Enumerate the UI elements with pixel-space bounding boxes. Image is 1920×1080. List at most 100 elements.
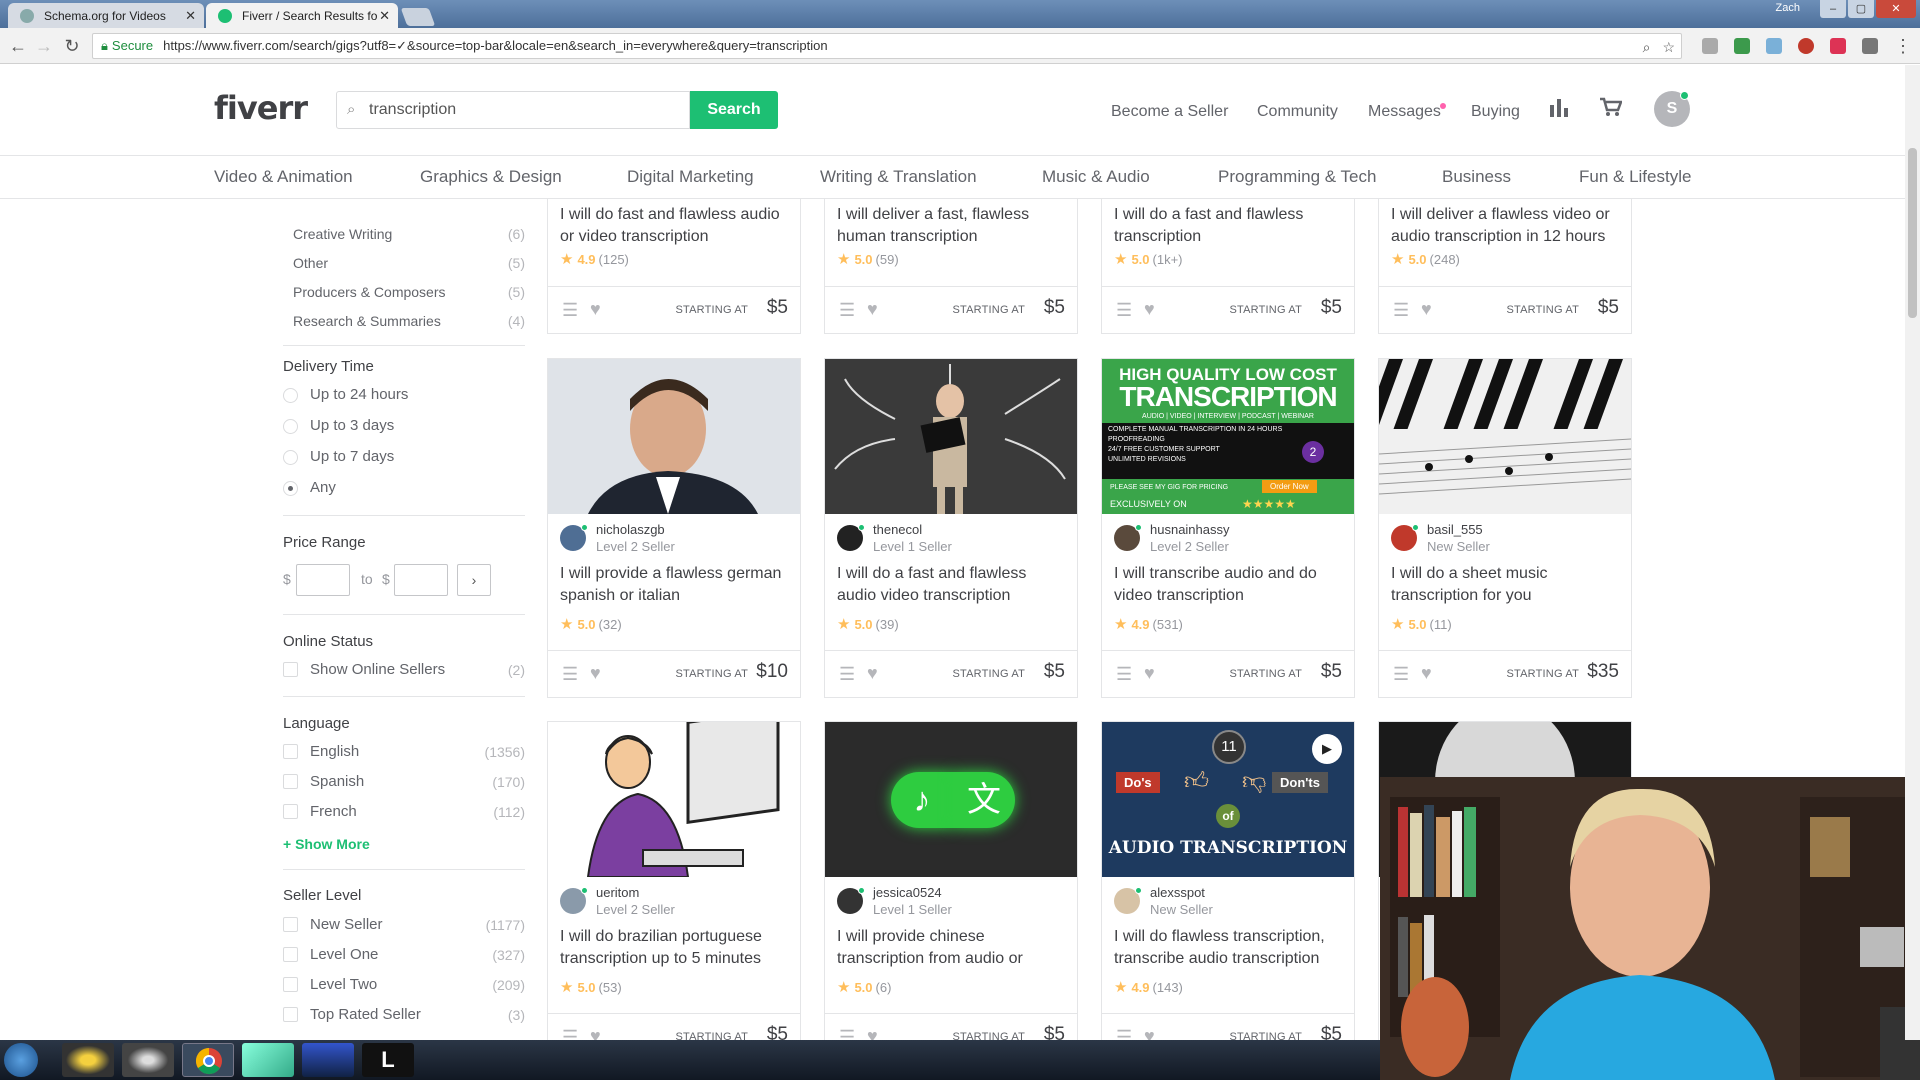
- search-button[interactable]: Search: [690, 91, 778, 129]
- gig-title[interactable]: I will deliver a fast, flawless human tr…: [837, 204, 1069, 248]
- maximize-icon[interactable]: ▢: [1848, 0, 1874, 18]
- browser-tab-fiverr[interactable]: Fiverr / Search Results fo ✕: [206, 3, 398, 28]
- seller-name[interactable]: ueritom: [596, 885, 639, 900]
- cat-programming-tech[interactable]: Programming & Tech: [1218, 167, 1376, 187]
- close-tab-icon[interactable]: ✕: [185, 8, 196, 24]
- zoom-icon[interactable]: ⌕: [1643, 35, 1651, 59]
- seller-name[interactable]: husnainhassy: [1150, 522, 1230, 537]
- gig-thumbnail[interactable]: 11 ▶ Do's Don'ts 👍︎ 👎︎ of AUDIO TRANSCRI…: [1102, 722, 1354, 877]
- heart-icon[interactable]: ♥: [1421, 299, 1432, 320]
- gig-thumbnail[interactable]: ♪ 文: [825, 722, 1077, 877]
- list-icon[interactable]: ☰: [1116, 1027, 1132, 1041]
- new-tab-button[interactable]: [400, 8, 436, 26]
- close-window-icon[interactable]: ✕: [1876, 0, 1916, 18]
- reload-icon[interactable]: ↻: [62, 36, 82, 57]
- gig-title[interactable]: I will do fast and flawless audio or vid…: [560, 204, 792, 248]
- start-button-icon[interactable]: [4, 1043, 38, 1077]
- list-icon[interactable]: ☰: [1393, 300, 1409, 321]
- gig-card[interactable]: I will do a fast and flawless transcript…: [1101, 199, 1355, 334]
- forward-icon[interactable]: →: [34, 36, 54, 57]
- chrome-menu-icon[interactable]: ⋮: [1893, 36, 1913, 57]
- gig-card[interactable]: nicholaszgb Level 2 Seller I will provid…: [547, 358, 801, 698]
- gig-card[interactable]: I will deliver a fast, flawless human tr…: [824, 199, 1078, 334]
- bookmark-star-icon[interactable]: ☆: [1662, 35, 1675, 59]
- heart-icon[interactable]: ♥: [590, 663, 601, 684]
- seller-name[interactable]: thenecol: [873, 522, 922, 537]
- list-icon[interactable]: ☰: [1116, 664, 1132, 685]
- gig-thumbnail[interactable]: [548, 359, 800, 514]
- list-icon[interactable]: ☰: [839, 1027, 855, 1041]
- gig-card[interactable]: ueritom Level 2 Seller I will do brazili…: [547, 721, 801, 1041]
- cat-digital-marketing[interactable]: Digital Marketing: [627, 167, 754, 187]
- list-icon[interactable]: ☰: [839, 664, 855, 685]
- search-input[interactable]: ⌕ transcription: [336, 91, 690, 129]
- list-icon[interactable]: ☰: [1393, 664, 1409, 685]
- cat-fun-lifestyle[interactable]: Fun & Lifestyle: [1579, 167, 1691, 187]
- back-icon[interactable]: ←: [8, 36, 28, 57]
- chrome-taskbar-icon[interactable]: [182, 1043, 234, 1077]
- heart-icon[interactable]: ♥: [590, 1026, 601, 1041]
- gig-title[interactable]: I will do a fast and flawless transcript…: [1114, 204, 1346, 248]
- seller-name[interactable]: jessica0524: [873, 885, 942, 900]
- heart-icon[interactable]: ♥: [1144, 663, 1155, 684]
- gig-card[interactable]: thenecol Level 1 Seller I will do a fast…: [824, 358, 1078, 698]
- buying-link[interactable]: Buying: [1471, 103, 1520, 121]
- community-link[interactable]: Community: [1257, 103, 1338, 121]
- cart-icon[interactable]: [1600, 97, 1623, 123]
- cat-music-audio[interactable]: Music & Audio: [1042, 167, 1150, 187]
- url-input[interactable]: 🔒︎ Secure https://www.fiverr.com/search/gi…: [92, 33, 1682, 59]
- extension-icon[interactable]: [1766, 38, 1782, 54]
- gig-title[interactable]: I will provide a flawless german spanish…: [560, 563, 792, 607]
- gig-card[interactable]: basil_555 New Seller I will do a sheet m…: [1378, 358, 1632, 698]
- heart-icon[interactable]: ♥: [867, 299, 878, 320]
- browser-tab-schema[interactable]: Schema.org for Videos ✕: [8, 3, 204, 28]
- gig-title[interactable]: I will transcribe audio and do video tra…: [1114, 563, 1346, 607]
- gig-title[interactable]: I will deliver a flawless video or audio…: [1391, 204, 1623, 248]
- close-tab-icon[interactable]: ✕: [379, 8, 390, 24]
- download-extension-icon[interactable]: [1702, 38, 1718, 54]
- seller-name[interactable]: nicholaszgb: [596, 522, 665, 537]
- heart-icon[interactable]: ♥: [1421, 663, 1432, 684]
- gig-title[interactable]: I will provide chinese transcription fro…: [837, 926, 1069, 970]
- app-icon[interactable]: [302, 1043, 354, 1077]
- gig-title[interactable]: I will do a sheet music transcription fo…: [1391, 563, 1623, 607]
- heart-icon[interactable]: ♥: [590, 299, 601, 320]
- app-icon[interactable]: [122, 1043, 174, 1077]
- play-icon[interactable]: ▶: [1312, 734, 1342, 764]
- scrollbar-thumb[interactable]: [1908, 148, 1917, 318]
- messages-link[interactable]: Messages: [1368, 103, 1441, 121]
- gig-title[interactable]: I will do a fast and flawless audio vide…: [837, 563, 1069, 607]
- heart-icon[interactable]: ♥: [1144, 299, 1155, 320]
- gig-thumbnail[interactable]: [548, 722, 800, 877]
- cat-business[interactable]: Business: [1442, 167, 1511, 187]
- heart-icon[interactable]: ♥: [867, 663, 878, 684]
- seller-name[interactable]: basil_555: [1427, 522, 1483, 537]
- list-icon[interactable]: ☰: [562, 300, 578, 321]
- gig-card[interactable]: I will do fast and flawless audio or vid…: [547, 199, 801, 334]
- gig-thumbnail[interactable]: [1379, 359, 1631, 514]
- seller-name[interactable]: alexsspot: [1150, 885, 1205, 900]
- minimize-icon[interactable]: –: [1820, 0, 1846, 18]
- list-icon[interactable]: ☰: [839, 300, 855, 321]
- gig-card[interactable]: HIGH QUALITY LOW COST TRANSCRIPTION AUDI…: [1101, 358, 1355, 698]
- heart-icon[interactable]: ♥: [867, 1026, 878, 1041]
- extension-icon[interactable]: [1862, 38, 1878, 54]
- gig-thumbnail[interactable]: HIGH QUALITY LOW COST TRANSCRIPTION AUDI…: [1102, 359, 1354, 514]
- app-icon[interactable]: [242, 1043, 294, 1077]
- adblock-extension-icon[interactable]: [1798, 38, 1814, 54]
- list-icon[interactable]: ☰: [562, 664, 578, 685]
- cat-writing-translation[interactable]: Writing & Translation: [820, 167, 977, 187]
- gig-title[interactable]: I will do flawless transcription, transc…: [1114, 926, 1346, 970]
- gig-card[interactable]: 11 ▶ Do's Don'ts 👍︎ 👎︎ of AUDIO TRANSCRI…: [1101, 721, 1355, 1041]
- analytics-icon[interactable]: [1550, 97, 1568, 123]
- app-l-icon[interactable]: L: [362, 1043, 414, 1077]
- gig-card[interactable]: ♪ 文 jessica0524 Level 1 Seller I will pr…: [824, 721, 1078, 1041]
- fiverr-logo[interactable]: fiverr: [214, 89, 308, 127]
- heart-icon[interactable]: ♥: [1144, 1026, 1155, 1041]
- app-icon[interactable]: [62, 1043, 114, 1077]
- list-icon[interactable]: ☰: [562, 1027, 578, 1041]
- extension-icon[interactable]: [1830, 38, 1846, 54]
- cat-video-animation[interactable]: Video & Animation: [214, 167, 353, 187]
- gig-title[interactable]: I will do brazilian portuguese transcrip…: [560, 926, 792, 970]
- gig-card[interactable]: I will deliver a flawless video or audio…: [1378, 199, 1632, 334]
